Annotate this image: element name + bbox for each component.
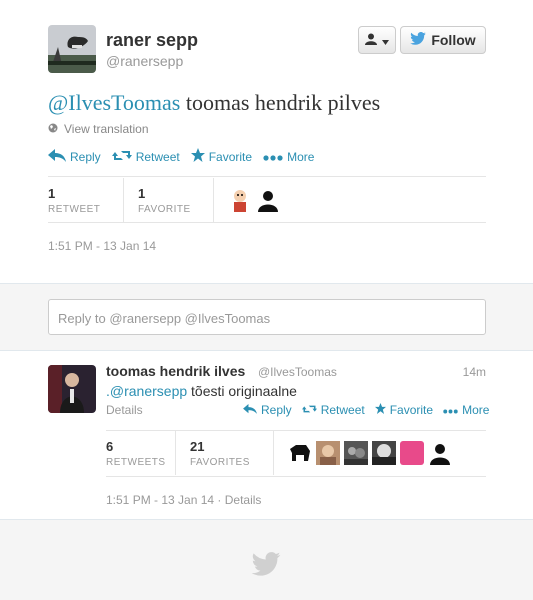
view-translation-label: View translation	[64, 122, 149, 136]
reply-placeholder: Reply to	[58, 311, 110, 326]
favorite-button[interactable]: Favorite	[190, 148, 253, 165]
more-button[interactable]: More	[443, 403, 489, 417]
tweet-timestamp[interactable]: 1:51 PM - 13 Jan 14 · Details	[106, 493, 261, 507]
avatar[interactable]	[344, 441, 368, 465]
avatar[interactable]	[288, 441, 312, 465]
tweet-timestamp[interactable]: 1:51 PM - 13 Jan 14	[48, 239, 156, 253]
user-name[interactable]: raner sepp	[106, 30, 198, 51]
avatar[interactable]	[48, 365, 96, 413]
more-icon	[263, 150, 283, 164]
avatar[interactable]	[228, 188, 252, 212]
tweet-stats: 6 RETWEETS 21 FAVORITES	[106, 431, 452, 475]
reply-input[interactable]: Reply to @ranersepp @IlvesToomas	[48, 299, 486, 335]
more-label: More	[287, 149, 315, 164]
favorites-count: 1	[138, 185, 146, 201]
reply-label: Reply	[70, 149, 101, 164]
retweet-button[interactable]: Retweet	[301, 403, 365, 417]
retweets-count: 6	[106, 438, 114, 454]
tweet-time[interactable]: 14m	[463, 365, 486, 379]
retweets-stat[interactable]: 1 RETWEET	[48, 178, 124, 222]
reply-icon	[48, 148, 66, 165]
reply-button[interactable]: Reply	[48, 148, 101, 165]
retweet-icon	[111, 149, 132, 165]
reply-tweet[interactable]: toomas hendrik ilves @IlvesToomas 14m .@…	[0, 350, 533, 520]
retweet-label: Retweet	[135, 149, 180, 164]
tweet-body: toomas hendrik pilves	[180, 90, 381, 115]
retweet-button[interactable]: Retweet	[111, 149, 180, 165]
user-actions-button[interactable]	[358, 26, 396, 54]
twitter-bird-icon	[251, 552, 281, 581]
tweet-text: @IlvesToomas toomas hendrik pilves	[48, 90, 380, 116]
avatar[interactable]	[256, 188, 280, 212]
user-handle[interactable]: @IlvesToomas	[258, 365, 337, 379]
favorite-label: Favorite	[389, 403, 434, 417]
reply-button[interactable]: Reply	[243, 403, 292, 417]
retweets-label: RETWEETS	[106, 456, 166, 468]
avatar[interactable]	[372, 441, 396, 465]
twitter-bird-icon	[410, 32, 427, 48]
user-handle[interactable]: @ranersepp	[106, 53, 183, 69]
favorites-stat[interactable]: 1 FAVORITE	[138, 178, 214, 222]
follow-label: Follow	[431, 32, 476, 48]
star-icon	[190, 148, 205, 165]
view-translation-link[interactable]: View translation	[48, 122, 149, 136]
reply-icon	[243, 403, 257, 417]
details-link[interactable]: Details	[106, 403, 143, 417]
avatar[interactable]	[428, 441, 452, 465]
divider	[48, 222, 486, 223]
avatar[interactable]	[400, 441, 424, 465]
more-icon	[443, 403, 458, 417]
favorites-count: 21	[190, 438, 205, 454]
favorite-button[interactable]: Favorite	[374, 403, 434, 417]
reply-mentions: @ranersepp @IlvesToomas	[109, 311, 271, 326]
chevron-down-icon	[382, 32, 389, 48]
follow-button[interactable]: Follow	[400, 26, 486, 54]
star-icon	[374, 403, 386, 417]
globe-icon	[48, 122, 58, 136]
tweet-actions: Reply Retweet Favorite More	[243, 403, 499, 417]
user-icon	[365, 32, 377, 48]
retweets-stat[interactable]: 6 RETWEETS	[106, 431, 176, 475]
user-name[interactable]: toomas hendrik ilves	[106, 363, 245, 379]
mention-link[interactable]: @IlvesToomas	[48, 90, 180, 115]
retweet-icon	[301, 403, 317, 417]
divider	[106, 476, 486, 477]
tweet-body: tõesti originaalne	[187, 383, 297, 399]
avatar[interactable]	[316, 441, 340, 465]
favoriter-avatars	[228, 188, 280, 212]
more-label: More	[462, 403, 490, 417]
favorites-label: FAVORITES	[190, 456, 250, 468]
retweets-count: 1	[48, 185, 56, 201]
mention-link[interactable]: .@ranersepp	[106, 383, 187, 399]
tweet-text: .@ranersepp tõesti originaalne	[106, 383, 297, 399]
favorites-label: FAVORITE	[138, 203, 191, 215]
avatar[interactable]	[48, 25, 96, 73]
reply-label: Reply	[261, 403, 292, 417]
favorite-label: Favorite	[208, 149, 253, 164]
tweet-stats: 1 RETWEET 1 FAVORITE	[48, 178, 280, 222]
favoriter-avatars	[288, 441, 452, 465]
main-tweet: raner sepp @ranersepp Follow @IlvesTooma…	[0, 0, 533, 284]
retweets-label: RETWEET	[48, 203, 101, 215]
divider	[48, 176, 486, 177]
retweet-label: Retweet	[320, 403, 365, 417]
favorites-stat[interactable]: 21 FAVORITES	[190, 431, 274, 475]
tweet-actions: Reply Retweet Favorite More	[48, 148, 325, 165]
more-button[interactable]: More	[263, 150, 314, 164]
